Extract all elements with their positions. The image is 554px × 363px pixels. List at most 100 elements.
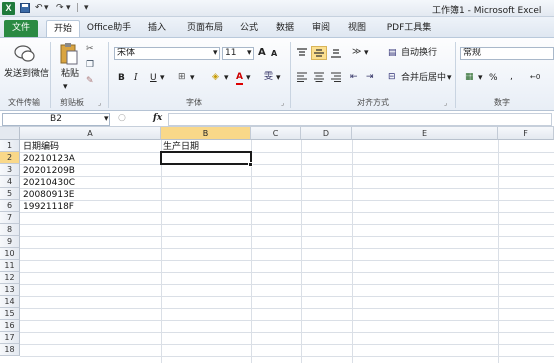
row-header-9[interactable]: 9: [0, 236, 20, 248]
column-header-b[interactable]: B: [161, 127, 251, 140]
tab-insert[interactable]: 插入: [140, 20, 174, 37]
merge-dropdown-icon[interactable]: ▾: [447, 73, 452, 84]
tab-formulas[interactable]: 公式: [234, 20, 264, 37]
cut-icon[interactable]: ✂: [86, 44, 94, 55]
row-header-17[interactable]: 17: [0, 332, 20, 344]
alignment-launcher-icon[interactable]: ⌟: [444, 98, 447, 109]
font-size-dropdown-icon[interactable]: ▾: [247, 48, 252, 59]
row-header-4[interactable]: 4: [0, 176, 20, 188]
font-color-dropdown-icon[interactable]: ▾: [246, 73, 251, 84]
cell-a3[interactable]: 20201209B: [22, 165, 75, 177]
percent-button[interactable]: %: [489, 73, 498, 84]
align-top-icon[interactable]: [296, 48, 310, 60]
orientation-dropdown-icon[interactable]: ▾: [364, 48, 369, 59]
undo-icon[interactable]: ↶: [35, 3, 43, 14]
fill-color-icon[interactable]: ◈: [212, 72, 219, 83]
tab-pdf-tools[interactable]: PDF工具集: [380, 20, 438, 37]
align-center-icon[interactable]: [313, 72, 327, 86]
align-left-icon[interactable]: [296, 72, 310, 86]
row-header-5[interactable]: 5: [0, 188, 20, 200]
tab-data[interactable]: 数据: [270, 20, 300, 37]
font-name-select[interactable]: 宋体: [114, 47, 220, 60]
cell-a6[interactable]: 19921118F: [22, 201, 74, 213]
phonetic-dropdown-icon[interactable]: ▾: [276, 73, 281, 84]
undo-dropdown-icon[interactable]: ▾: [44, 3, 49, 14]
select-all-corner[interactable]: [0, 127, 20, 140]
number-format-select[interactable]: 常规: [460, 47, 554, 60]
italic-button[interactable]: I: [134, 73, 138, 84]
underline-dropdown-icon[interactable]: ▾: [160, 73, 165, 84]
redo-dropdown-icon[interactable]: ▾: [66, 3, 71, 14]
name-box-dropdown-icon[interactable]: ▾: [104, 114, 109, 125]
wechat-icon[interactable]: [14, 44, 36, 66]
row-header-7[interactable]: 7: [0, 212, 20, 224]
wrap-text-icon[interactable]: ▤: [388, 48, 397, 59]
row-header-13[interactable]: 13: [0, 284, 20, 296]
comma-style-icon[interactable]: ,: [510, 72, 513, 83]
row-header-14[interactable]: 14: [0, 296, 20, 308]
save-icon[interactable]: [20, 3, 30, 14]
cell-a4[interactable]: 20210430C: [22, 177, 75, 189]
accounting-format-icon[interactable]: ▦: [465, 72, 474, 83]
row-header-2[interactable]: 2: [0, 152, 20, 164]
decrease-indent-icon[interactable]: ⇤: [350, 72, 358, 83]
column-header-a[interactable]: A: [20, 127, 161, 140]
align-bottom-icon[interactable]: [330, 48, 344, 60]
cell-a5[interactable]: 20080913E: [22, 189, 75, 201]
formula-input[interactable]: [168, 113, 552, 126]
cancel-entry-icon[interactable]: ○: [118, 113, 126, 124]
active-cell-b2[interactable]: [160, 151, 252, 165]
cell-a2[interactable]: 20210123A: [22, 153, 75, 165]
grow-font-button[interactable]: A: [258, 47, 266, 58]
row-header-16[interactable]: 16: [0, 320, 20, 332]
row-header-15[interactable]: 15: [0, 308, 20, 320]
column-header-d[interactable]: D: [301, 127, 352, 140]
row-header-1[interactable]: 1: [0, 140, 20, 152]
font-launcher-icon[interactable]: ⌟: [281, 98, 284, 109]
row-header-12[interactable]: 12: [0, 272, 20, 284]
merge-center-button[interactable]: 合并后居中: [401, 73, 446, 84]
align-right-icon[interactable]: [330, 72, 344, 86]
align-middle-icon[interactable]: [311, 46, 327, 60]
borders-icon[interactable]: ⊞: [178, 72, 186, 83]
increase-indent-icon[interactable]: ⇥: [366, 72, 374, 83]
cell-a1[interactable]: 日期编码: [22, 141, 59, 153]
fill-handle[interactable]: [248, 162, 253, 167]
bold-button[interactable]: B: [118, 73, 125, 84]
borders-dropdown-icon[interactable]: ▾: [190, 73, 195, 84]
column-header-e[interactable]: E: [352, 127, 498, 140]
send-to-wechat-button[interactable]: 发送到微信: [4, 69, 49, 80]
wrap-text-button[interactable]: 自动换行: [401, 48, 437, 59]
row-header-11[interactable]: 11: [0, 260, 20, 272]
accounting-dropdown-icon[interactable]: ▾: [478, 73, 483, 84]
row-header-3[interactable]: 3: [0, 164, 20, 176]
tab-view[interactable]: 视图: [342, 20, 372, 37]
phonetic-icon[interactable]: 雯: [264, 72, 273, 83]
format-painter-icon[interactable]: ✎: [86, 76, 94, 87]
clipboard-launcher-icon[interactable]: ⌟: [98, 98, 101, 109]
font-name-dropdown-icon[interactable]: ▾: [213, 48, 218, 59]
tab-page-layout[interactable]: 页面布局: [180, 20, 230, 37]
column-header-c[interactable]: C: [251, 127, 301, 140]
tab-home[interactable]: 开始: [46, 20, 80, 37]
name-box[interactable]: B2: [2, 113, 110, 126]
row-header-10[interactable]: 10: [0, 248, 20, 260]
tab-file[interactable]: 文件: [4, 20, 38, 37]
underline-button[interactable]: U: [150, 73, 157, 84]
insert-function-button[interactable]: fx: [153, 113, 162, 123]
column-header-f[interactable]: F: [498, 127, 554, 140]
tab-review[interactable]: 审阅: [306, 20, 336, 37]
paste-dropdown-icon[interactable]: ▾: [63, 82, 68, 93]
row-header-6[interactable]: 6: [0, 200, 20, 212]
redo-icon[interactable]: ↷: [56, 3, 64, 14]
copy-icon[interactable]: ❐: [86, 60, 94, 71]
customize-qat-icon[interactable]: ▾: [84, 3, 89, 14]
merge-center-icon[interactable]: ⊟: [388, 72, 396, 83]
tab-office-assistant[interactable]: Office助手: [84, 20, 134, 37]
paste-button[interactable]: 粘贴: [61, 69, 79, 80]
orientation-icon[interactable]: ≫: [352, 47, 361, 58]
paste-icon[interactable]: [58, 42, 80, 68]
row-header-18[interactable]: 18: [0, 344, 20, 356]
font-color-icon[interactable]: A: [236, 72, 243, 85]
increase-decimal-icon[interactable]: ←0: [530, 72, 540, 83]
